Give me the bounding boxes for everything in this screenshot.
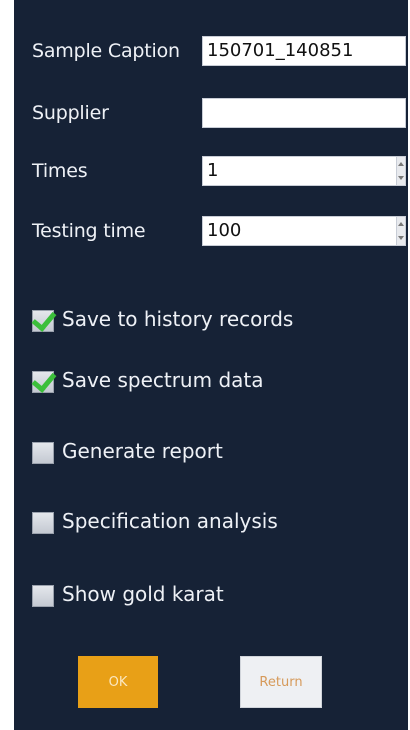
option-generate-report[interactable]: Generate report [32,438,402,472]
times-value: 1 [207,160,219,181]
times-label: Times [32,160,88,182]
return-button[interactable]: Return [240,656,322,708]
sample-caption-label: Sample Caption [32,40,180,62]
generate-report-label: Generate report [62,439,223,463]
spin-up-icon[interactable] [398,162,404,166]
testing-time-spin-buttons[interactable] [396,217,405,245]
test-settings-panel: Sample Caption 150701_140851 Supplier Ti… [14,0,408,730]
spin-down-icon[interactable] [398,176,404,180]
save-history-label: Save to history records [62,307,294,331]
times-spinbox[interactable]: 1 [202,156,406,186]
save-spectrum-label: Save spectrum data [62,368,264,392]
specification-analysis-checkbox[interactable] [32,512,54,534]
testing-time-value: 100 [207,220,242,241]
testing-time-spinbox[interactable]: 100 [202,216,406,246]
sample-caption-row: Sample Caption 150701_140851 [32,36,408,68]
times-row: Times 1 [32,156,408,188]
option-save-spectrum[interactable]: Save spectrum data [32,367,402,401]
sample-caption-input[interactable]: 150701_140851 [202,36,406,66]
option-specification-analysis[interactable]: Specification analysis [32,508,402,542]
specification-analysis-label: Specification analysis [62,509,278,533]
spin-up-icon[interactable] [398,222,404,226]
supplier-input[interactable] [202,98,406,128]
testing-time-label: Testing time [32,220,146,242]
generate-report-checkbox[interactable] [32,442,54,464]
supplier-label: Supplier [32,102,109,124]
ok-button[interactable]: OK [78,656,158,708]
save-spectrum-checkbox[interactable] [32,371,54,393]
show-gold-karat-checkbox[interactable] [32,585,54,607]
save-history-checkbox[interactable] [32,310,54,332]
spin-down-icon[interactable] [398,236,404,240]
option-save-history[interactable]: Save to history records [32,306,402,340]
option-show-gold-karat[interactable]: Show gold karat [32,581,402,615]
supplier-row: Supplier [32,98,408,130]
testing-time-row: Testing time 100 [32,216,408,248]
show-gold-karat-label: Show gold karat [62,582,224,606]
times-spin-buttons[interactable] [396,157,405,185]
